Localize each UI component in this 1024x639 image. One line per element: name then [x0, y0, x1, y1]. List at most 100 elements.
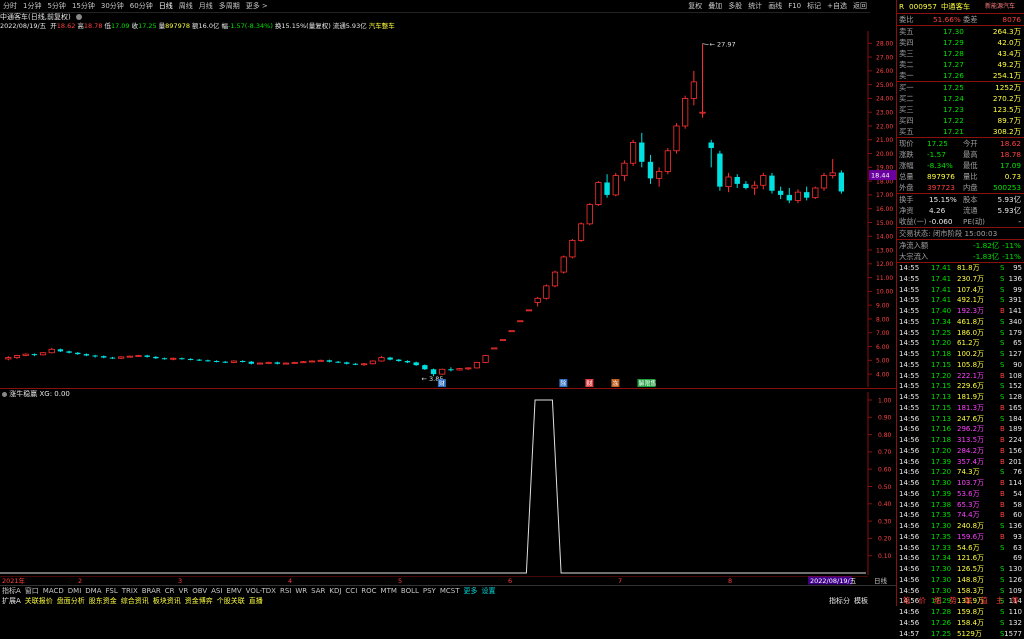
candle[interactable]	[674, 123, 679, 153]
bottom-right-1[interactable]: 模板	[852, 597, 870, 605]
candle[interactable]	[561, 256, 566, 274]
period-tab-9[interactable]: 多周期	[216, 0, 243, 12]
candle[interactable]	[761, 173, 766, 190]
candle[interactable]	[474, 362, 479, 369]
bid-row-3[interactable]: 买四17.2289.7万	[897, 115, 1024, 126]
ask-row-3[interactable]: 卖二17.2749.2万	[897, 59, 1024, 70]
candle[interactable]	[622, 160, 627, 181]
ask-row-1[interactable]: 卖四17.2942.0万	[897, 37, 1024, 48]
candle[interactable]	[214, 360, 219, 362]
indicator-tab-23[interactable]: MCST	[438, 587, 462, 595]
candle[interactable]	[813, 187, 818, 199]
candle[interactable]	[179, 358, 184, 360]
candle[interactable]	[266, 362, 271, 364]
candle[interactable]	[379, 356, 384, 362]
toolbar-item-2[interactable]: 多股	[725, 0, 745, 12]
candle[interactable]	[691, 71, 696, 105]
candle[interactable]	[153, 356, 158, 359]
candle[interactable]	[387, 357, 392, 360]
candle[interactable]	[518, 321, 523, 322]
extension-tab-6[interactable]: 资金博弈	[183, 597, 215, 605]
toolbar-item-0[interactable]: 复权	[685, 0, 705, 12]
indicator-tab-13[interactable]: VOL-TDX	[244, 587, 278, 595]
candle[interactable]	[535, 297, 540, 307]
extension-tab-5[interactable]: 板块资讯	[151, 597, 183, 605]
bid-row-1[interactable]: 买二17.24270.2万	[897, 93, 1024, 104]
candle[interactable]	[804, 187, 809, 201]
candle[interactable]	[726, 173, 731, 192]
extension-tab-4[interactable]: 综合资讯	[119, 597, 151, 605]
indicator-tab-17[interactable]: KDJ	[327, 587, 343, 595]
candle[interactable]	[709, 140, 714, 168]
candle[interactable]	[483, 355, 488, 363]
extension-tab-7[interactable]: 个股关联	[215, 597, 247, 605]
candle[interactable]	[396, 359, 401, 362]
indicator-tab-6[interactable]: TRIX	[120, 587, 140, 595]
candle[interactable]	[466, 367, 471, 370]
candle[interactable]	[275, 362, 280, 365]
candle[interactable]	[457, 368, 462, 371]
candle[interactable]	[821, 173, 826, 191]
panel-tab-0[interactable]: 笔	[903, 595, 910, 606]
toolbar-item-1[interactable]: 叠加	[705, 0, 725, 12]
candle[interactable]	[743, 181, 748, 189]
extension-tab-2[interactable]: 盘面分析	[55, 597, 87, 605]
period-tab-4[interactable]: 30分钟	[98, 0, 127, 12]
indicator-tab-0[interactable]: 指标A	[0, 587, 23, 595]
event-marker-4[interactable]: 解限售	[637, 379, 656, 387]
candle[interactable]	[197, 359, 202, 361]
indicator-tab-2[interactable]: MACD	[41, 587, 66, 595]
indicator-tab-20[interactable]: MTM	[379, 587, 399, 595]
candle[interactable]	[787, 188, 792, 203]
candle[interactable]	[526, 310, 531, 311]
candlestick-chart[interactable]: ← 27.97← 3.85 28.0027.0026.0025.0024.002…	[0, 31, 896, 387]
candle[interactable]	[49, 348, 54, 354]
period-tab-10[interactable]: 更多 >	[243, 0, 271, 12]
candle[interactable]	[318, 360, 323, 362]
panel-tab-2[interactable]: 细	[934, 595, 941, 606]
extension-tab-1[interactable]: 关联报价	[23, 597, 55, 605]
toolbar-item-4[interactable]: 画线	[765, 0, 785, 12]
candle[interactable]	[162, 358, 167, 360]
bid-row-4[interactable]: 买五17.21308.2万	[897, 126, 1024, 137]
candle[interactable]	[23, 353, 28, 356]
indicator-tab-3[interactable]: DMI	[66, 587, 84, 595]
indicator-chart[interactable]: 1.000.900.800.700.600.500.400.300.200.10	[0, 392, 896, 575]
toolbar-item-5[interactable]: F10	[785, 0, 804, 12]
candle[interactable]	[301, 361, 306, 363]
candle[interactable]	[361, 363, 366, 366]
period-tab-1[interactable]: 1分钟	[20, 0, 44, 12]
candle[interactable]	[604, 174, 609, 197]
bid-row-0[interactable]: 买一17.251252万	[897, 82, 1024, 93]
candle[interactable]	[327, 360, 332, 363]
candle[interactable]	[344, 362, 349, 365]
panel-tab-6[interactable]: 主	[996, 595, 1003, 606]
candle[interactable]	[283, 362, 288, 364]
period-tab-3[interactable]: 15分钟	[69, 0, 98, 12]
event-marker-2[interactable]: 财	[585, 379, 593, 387]
candle[interactable]	[127, 355, 132, 357]
panel-tab-3[interactable]: 势	[950, 595, 957, 606]
candle[interactable]	[613, 173, 618, 196]
candle[interactable]	[309, 360, 314, 362]
candle[interactable]	[630, 140, 635, 166]
extension-tab-8[interactable]: 直播	[247, 597, 265, 605]
candle[interactable]	[205, 360, 210, 362]
candle[interactable]	[578, 222, 583, 241]
candle[interactable]	[544, 285, 549, 300]
period-tab-2[interactable]: 5分钟	[44, 0, 68, 12]
indicator-tab-16[interactable]: SAR	[309, 587, 327, 595]
candle[interactable]	[136, 355, 141, 357]
candle[interactable]	[66, 351, 71, 354]
candle[interactable]	[656, 167, 661, 186]
extension-tab-3[interactable]: 股东资金	[87, 597, 119, 605]
candle[interactable]	[405, 360, 410, 363]
extension-tab-0[interactable]: 扩展A	[0, 597, 23, 605]
indicator-tab-15[interactable]: WR	[293, 587, 309, 595]
candle[interactable]	[769, 173, 774, 194]
event-marker-0[interactable]: 财	[438, 379, 446, 387]
indicator-tab-24[interactable]: 更多	[462, 587, 480, 595]
bottom-right-0[interactable]: 指标分	[827, 597, 852, 605]
toolbar-item-7[interactable]: +自选	[824, 0, 850, 12]
toolbar-item-6[interactable]: 标记	[804, 0, 824, 12]
